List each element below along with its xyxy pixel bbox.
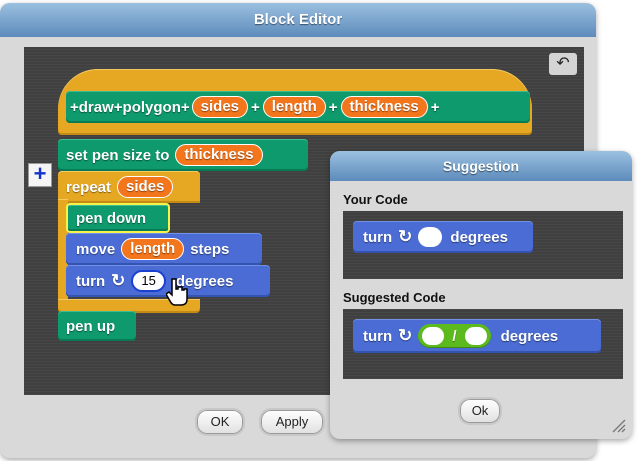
suggested-code-area: turn ↻ / degrees xyxy=(343,309,623,379)
turn-clockwise-icon: ↻ xyxy=(398,227,413,246)
param-thickness[interactable]: thickness xyxy=(340,96,428,118)
ok-button[interactable]: OK xyxy=(195,408,245,436)
param-length[interactable]: length xyxy=(262,96,326,118)
move-block[interactable]: move length steps xyxy=(66,233,262,265)
suggestion-title[interactable]: Suggestion xyxy=(330,151,632,181)
block-editor-title[interactable]: Block Editor xyxy=(0,3,596,37)
turn-clockwise-icon: ↻ xyxy=(111,271,126,290)
turn-degrees-input[interactable]: 15 xyxy=(131,270,166,292)
set-pen-size-block[interactable]: set pen size to thickness xyxy=(58,139,308,171)
arg-length[interactable]: length xyxy=(121,238,185,260)
suggestion-ok-button[interactable]: Ok xyxy=(458,397,502,425)
divisor-slot[interactable] xyxy=(464,327,487,345)
param-sides[interactable]: sides xyxy=(191,96,248,118)
undo-icon[interactable]: ↶ xyxy=(549,53,577,75)
suggestion-dialog: Suggestion Your Code turn ↻ degrees Sugg… xyxy=(330,151,632,439)
your-code-label: Your Code xyxy=(343,192,408,207)
add-block-button[interactable]: + xyxy=(28,163,52,187)
your-turn-block[interactable]: turn ↻ degrees xyxy=(353,221,533,253)
hand-pointer-icon xyxy=(166,278,188,306)
repeat-block[interactable]: repeat sides xyxy=(58,171,200,203)
arg-sides[interactable]: sides xyxy=(117,176,174,198)
custom-block-prototype[interactable]: + draw + polygon + sides + length + thic… xyxy=(66,91,530,123)
apply-button[interactable]: Apply xyxy=(259,408,325,436)
resize-handle-icon[interactable] xyxy=(612,419,626,433)
pen-down-block[interactable]: pen down xyxy=(66,203,170,233)
empty-degrees-slot[interactable] xyxy=(418,227,443,247)
divide-operator[interactable]: / xyxy=(418,324,491,348)
prototype-word-polygon[interactable]: polygon xyxy=(123,99,181,116)
arg-thickness[interactable]: thickness xyxy=(175,144,263,166)
suggested-code-label: Suggested Code xyxy=(343,290,446,305)
pen-up-block[interactable]: pen up xyxy=(58,311,136,341)
dividend-slot[interactable] xyxy=(422,327,445,345)
your-code-area: turn ↻ degrees xyxy=(343,211,623,279)
suggested-turn-block[interactable]: turn ↻ / degrees xyxy=(353,319,601,353)
prototype-word-draw[interactable]: draw xyxy=(79,99,114,116)
turn-clockwise-icon: ↻ xyxy=(398,326,413,345)
